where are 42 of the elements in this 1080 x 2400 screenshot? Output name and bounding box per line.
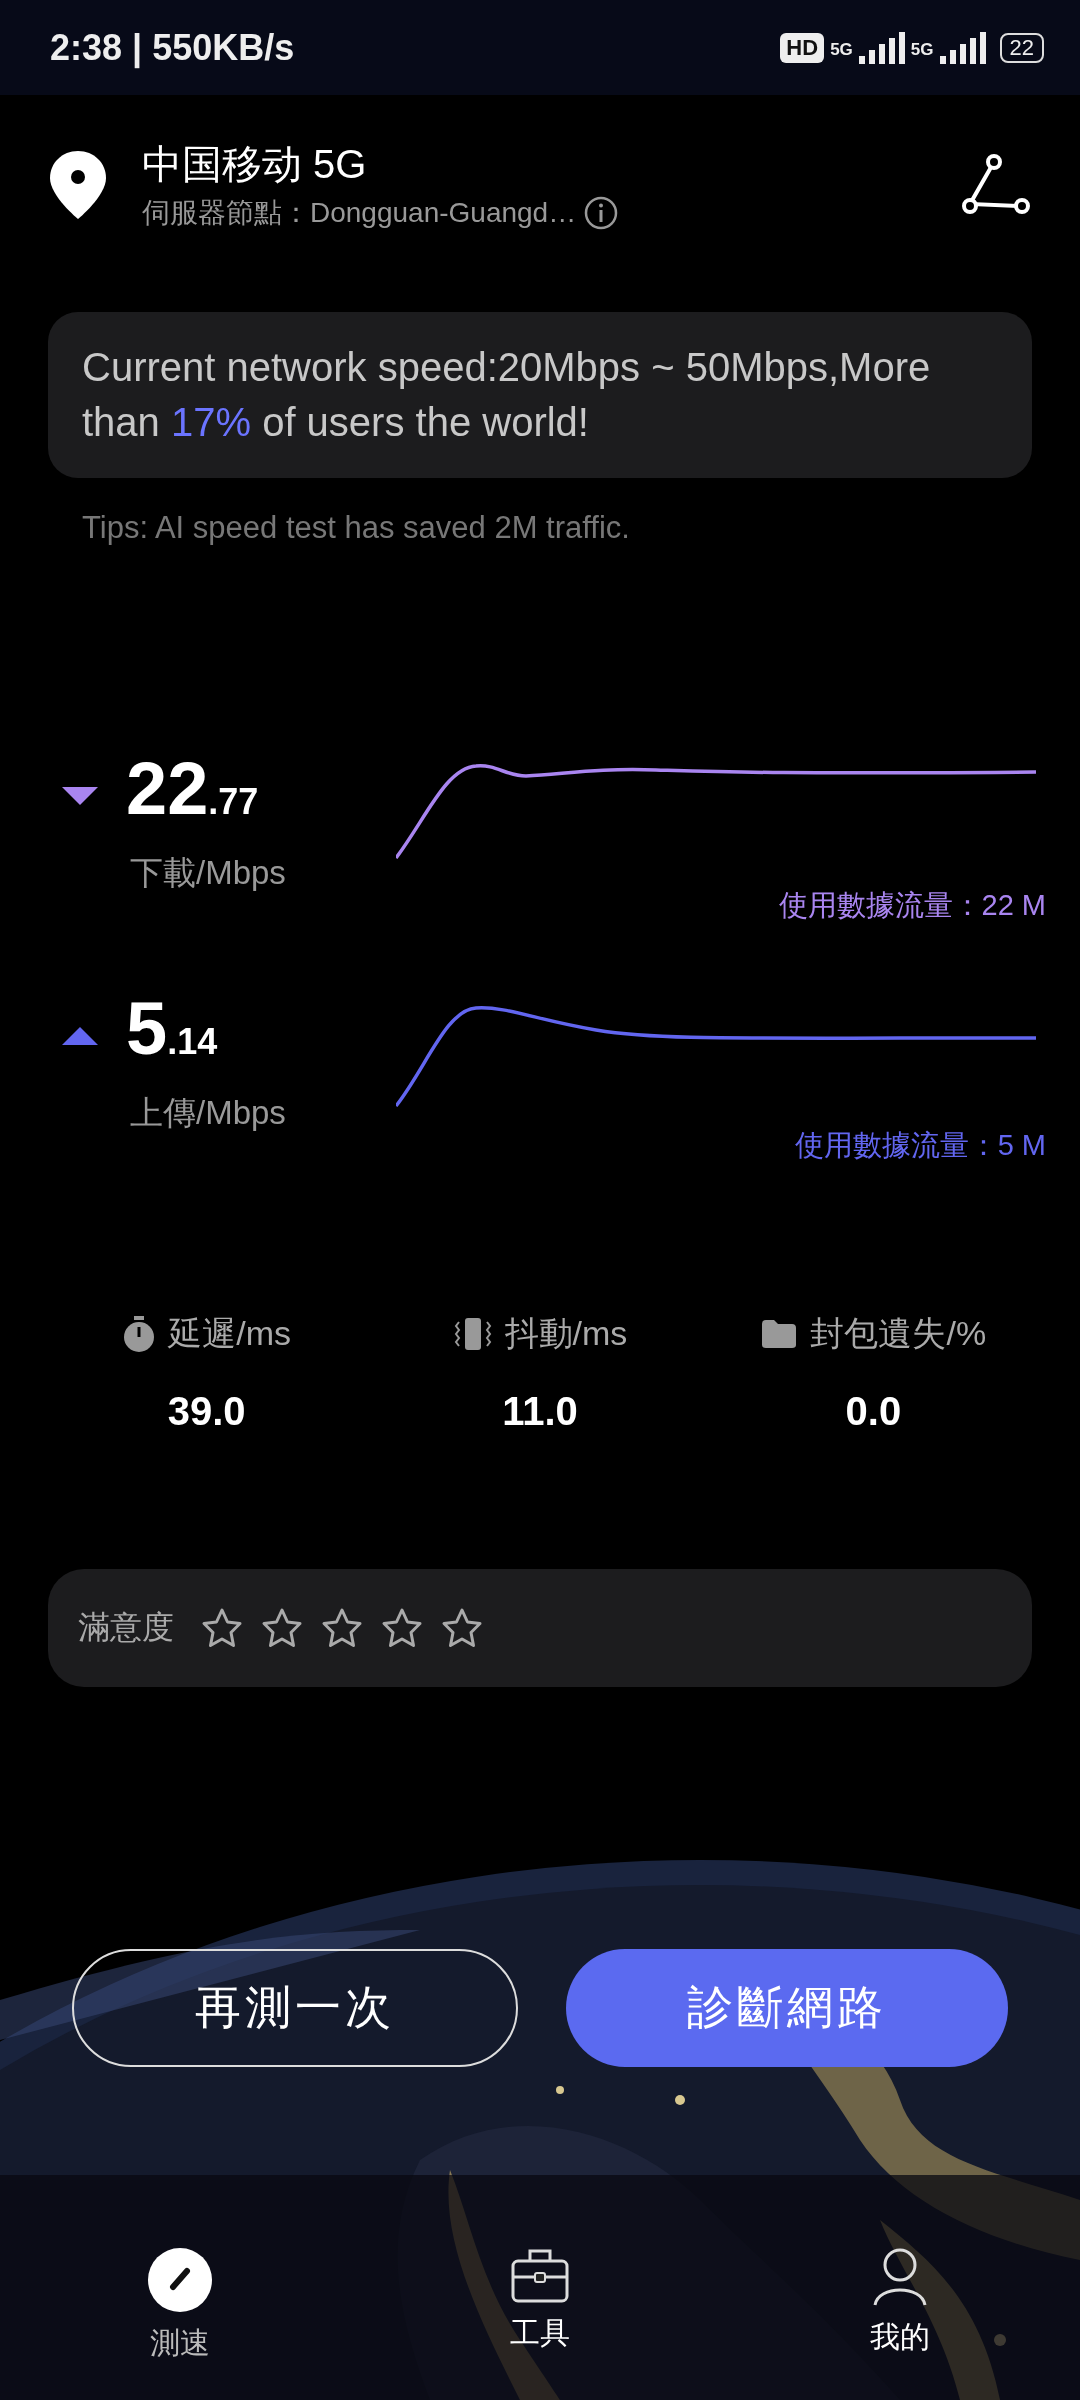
metric-value: 0.0 (845, 1389, 902, 1434)
star-icon[interactable] (320, 1607, 364, 1649)
status-time: 2:38 | 550KB/s (50, 26, 295, 69)
speed-value: 5.14 (126, 986, 218, 1072)
star-icon[interactable] (200, 1607, 244, 1649)
metric-label: 抖動/ms (504, 1313, 628, 1354)
speed-summary: Current network speed:20Mbps ~ 50Mbps,More than 17% of users the world! (48, 312, 1032, 478)
star-icon[interactable] (380, 1607, 424, 1649)
retest-button[interactable]: 再測一次 (72, 1949, 518, 2067)
metric-label: 封包遺失/% (810, 1313, 987, 1354)
signal-icon (858, 31, 905, 64)
metric-label: 延遲/ms (168, 1313, 292, 1354)
info-icon[interactable] (584, 196, 619, 230)
satisfaction-label: 滿意度 (78, 1608, 174, 1647)
speed-unit: 上傳/Mbps (130, 1093, 287, 1133)
gauge-icon (147, 2247, 213, 2313)
metric-value: 39.0 (167, 1389, 246, 1434)
folder-icon (760, 1318, 799, 1350)
route-icon[interactable] (962, 153, 1030, 216)
star-icon[interactable] (440, 1607, 484, 1649)
location-pin-icon (50, 150, 106, 219)
network-type: 5G (910, 39, 934, 60)
speed-value: 22.77 (126, 746, 259, 832)
metric-value: 11.0 (502, 1389, 578, 1434)
vibration-icon (452, 1316, 493, 1352)
nav-tab[interactable]: 測速 (0, 2247, 360, 2400)
signal-icon (939, 31, 986, 64)
speed-unit: 下載/Mbps (130, 853, 287, 893)
nav-tab[interactable]: 工具 (360, 2247, 720, 2400)
star-icon[interactable] (260, 1607, 304, 1649)
battery-icon: 22 (999, 32, 1044, 63)
carrier-name: 中国移动 5G (142, 141, 368, 188)
diagnose-button[interactable]: 診斷網路 (566, 1949, 1008, 2067)
tips-text: Tips: AI speed test has saved 2M traffic. (82, 510, 631, 546)
briefcase-icon (510, 2247, 570, 2303)
data-usage: 使用數據流量：22 M (778, 888, 1046, 923)
server-label: 伺服器節點：Dongguan-Guangd… (142, 196, 577, 230)
nav-tab[interactable]: 我的 (720, 2247, 1080, 2400)
data-usage: 使用數據流量：5 M (794, 1128, 1046, 1163)
hd-badge: HD (780, 32, 825, 63)
stopwatch-icon (122, 1316, 157, 1352)
network-type: 5G (830, 39, 853, 60)
